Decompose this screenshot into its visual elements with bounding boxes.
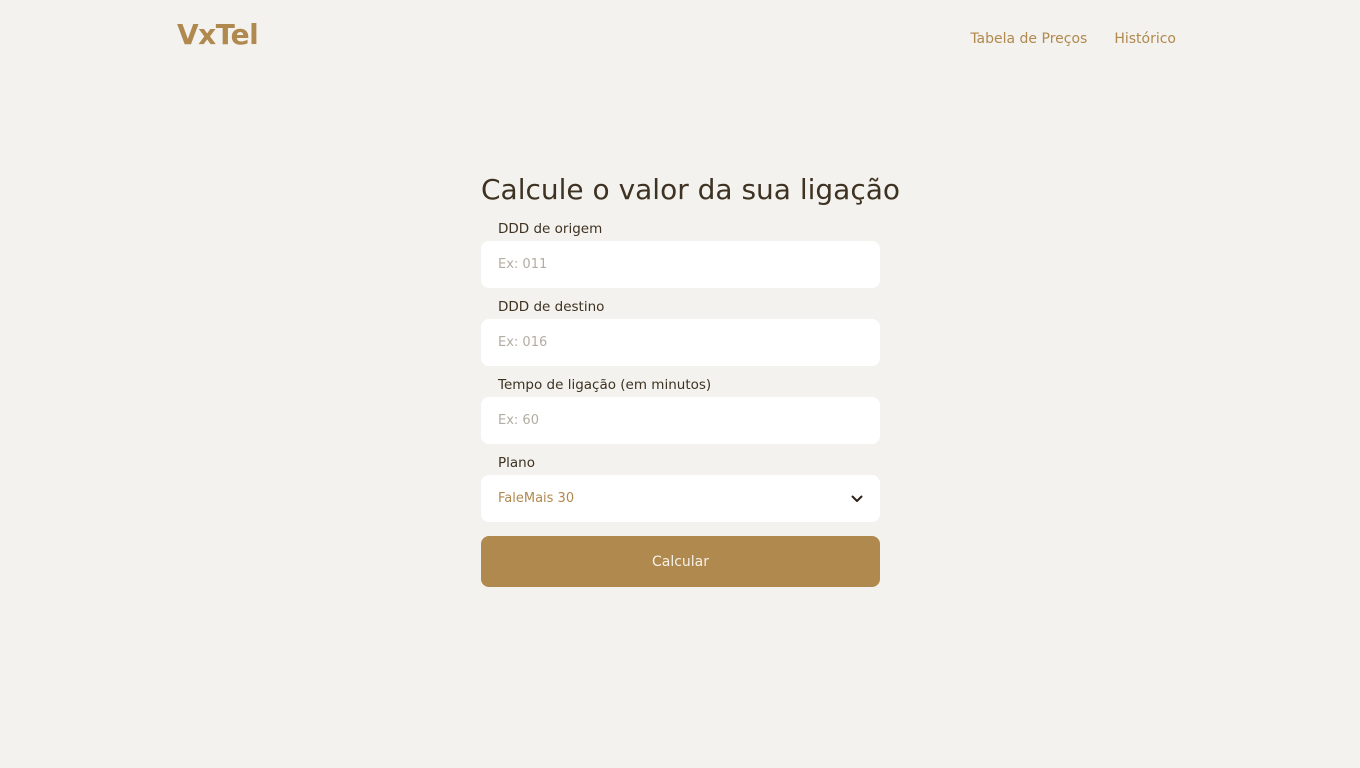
origin-ddd-input[interactable] [481,241,880,288]
destination-field-group: DDD de destino [481,300,880,366]
chevron-down-icon [851,493,863,505]
page-title: Calcule o valor da sua ligação [481,173,901,206]
call-duration-label: Tempo de ligação (em minutos) [498,377,712,393]
plan-label: Plano [498,455,535,471]
site-header: VxTel Tabela de Preços Histórico [0,0,1360,76]
origin-field-group: DDD de origem [481,222,880,288]
main-nav: Tabela de Preços Histórico [970,29,1176,49]
calculate-button[interactable]: Calcular [481,536,880,587]
nav-link-price-table[interactable]: Tabela de Preços [970,29,1087,49]
plan-selected-value: FaleMais 30 [498,491,575,506]
plan-field-group: Plano FaleMais 30 [481,456,880,522]
nav-link-history[interactable]: Histórico [1114,29,1176,49]
origin-ddd-label: DDD de origem [498,221,603,237]
duration-field-group: Tempo de ligação (em minutos) [481,378,880,444]
destination-ddd-label: DDD de destino [498,299,605,315]
logo[interactable]: VxTel [177,17,259,53]
call-cost-form: Calcule o valor da sua ligação DDD de or… [481,168,901,587]
plan-select[interactable]: FaleMais 30 [481,475,880,522]
destination-ddd-input[interactable] [481,319,880,366]
call-duration-input[interactable] [481,397,880,444]
